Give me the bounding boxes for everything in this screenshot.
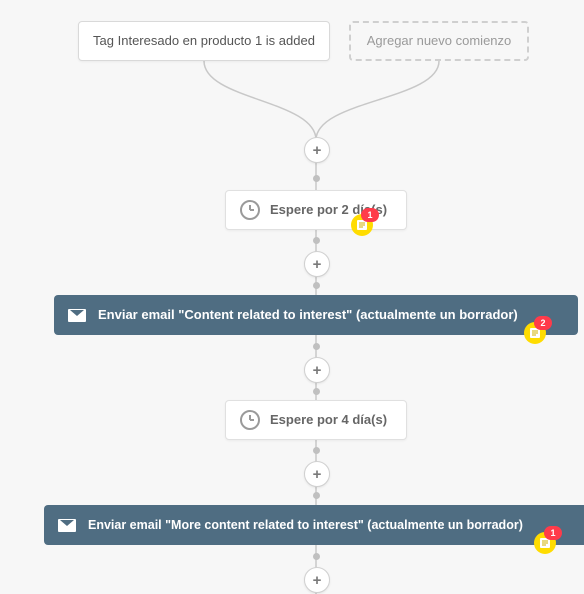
clock-icon [240, 410, 260, 430]
note-count: 2 [534, 316, 552, 330]
connector-dot [313, 388, 320, 395]
add-step-button[interactable]: + [304, 137, 330, 163]
plus-icon: + [313, 572, 322, 589]
plus-icon: + [313, 466, 322, 483]
add-step-button[interactable]: + [304, 251, 330, 277]
add-new-start[interactable]: Agregar nuevo comienzo [349, 21, 529, 61]
connector-dot [313, 175, 320, 182]
connector-dot [313, 282, 320, 289]
wait-node-2[interactable]: Espere por 4 día(s) [225, 400, 407, 440]
plus-icon: + [313, 256, 322, 273]
add-new-start-text: Agregar nuevo comienzo [367, 33, 512, 49]
note-badge[interactable]: 1 [351, 214, 373, 236]
add-step-button[interactable]: + [304, 567, 330, 593]
send-email-node-2[interactable]: Enviar email "More content related to in… [44, 505, 584, 545]
note-badge[interactable]: 1 [534, 532, 556, 554]
wait-node-1[interactable]: Espere por 2 día(s) [225, 190, 407, 230]
wait-2-text: Espere por 4 día(s) [270, 412, 387, 428]
add-step-button[interactable]: + [304, 357, 330, 383]
flow-canvas: Tag Interesado en producto 1 is added Ag… [0, 0, 584, 594]
send-email-2-text: Enviar email "More content related to in… [88, 518, 523, 533]
plus-icon: + [313, 142, 322, 159]
note-count: 1 [544, 526, 562, 540]
add-step-button[interactable]: + [304, 461, 330, 487]
connector-dot [313, 447, 320, 454]
mail-icon [68, 309, 86, 322]
trigger-text: Tag Interesado en producto 1 is added [93, 33, 315, 49]
note-count: 1 [361, 208, 379, 222]
mail-icon [58, 519, 76, 532]
connector-dot [313, 553, 320, 560]
clock-icon [240, 200, 260, 220]
plus-icon: + [313, 362, 322, 379]
connector-dot [313, 492, 320, 499]
connector-dot [313, 343, 320, 350]
connector-dot [313, 237, 320, 244]
send-email-node-1[interactable]: Enviar email "Content related to interes… [54, 295, 578, 335]
note-badge[interactable]: 2 [524, 322, 546, 344]
trigger-node[interactable]: Tag Interesado en producto 1 is added [78, 21, 330, 61]
send-email-1-text: Enviar email "Content related to interes… [98, 307, 518, 323]
